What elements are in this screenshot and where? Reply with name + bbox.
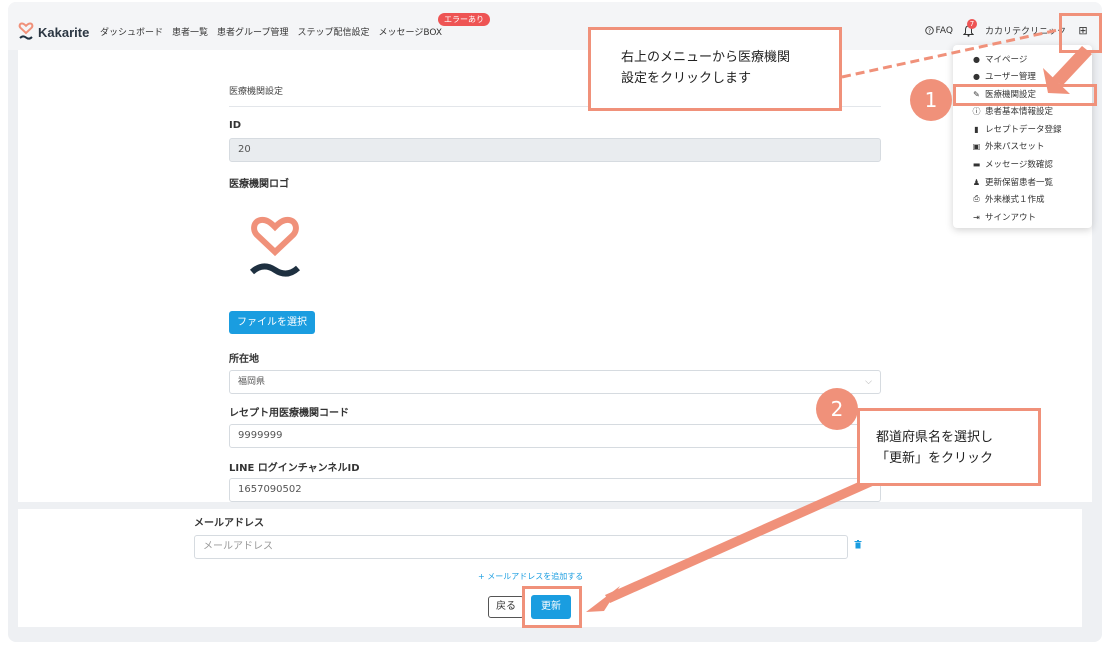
dashed-connector [841,28,1059,79]
step-2-badge: 2 [816,388,858,430]
instruction-callout-2: 都道府県名を選択し 「更新」をクリック [857,408,1041,486]
callout-line: 設定をクリックします [621,71,752,86]
menu-highlight-box [1059,13,1102,53]
step-1-badge: 1 [910,79,952,121]
callout-line: 都道府県名を選択し [876,430,994,445]
clinic-settings-highlight-box [953,84,1097,106]
callout-line: 「更新」をクリック [876,451,994,466]
instruction-callout-1: 右上のメニューから医療機関 設定をクリックします [588,27,842,111]
update-highlight-box [522,586,582,628]
arrow2-shaft [605,476,877,603]
callout-line: 右上のメニューから医療機関 [621,50,791,65]
